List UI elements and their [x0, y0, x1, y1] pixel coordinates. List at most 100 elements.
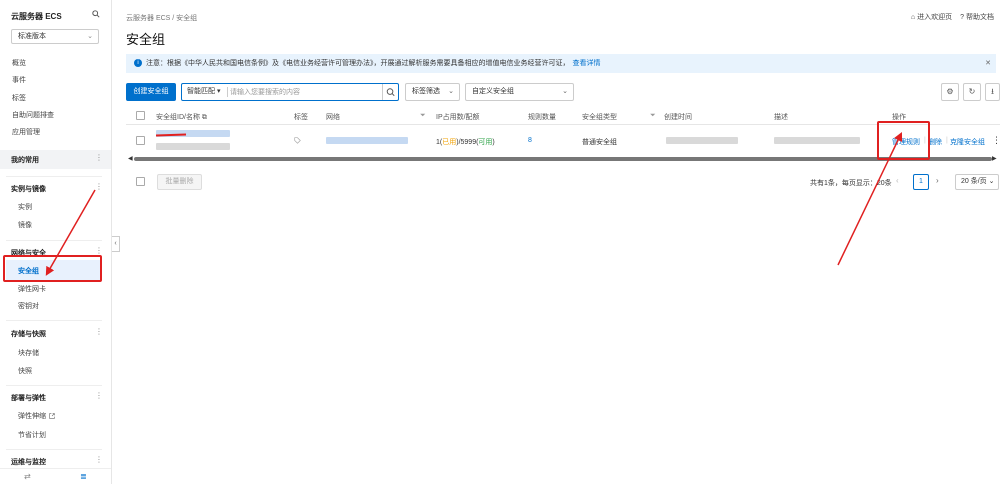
column-rule-count: 规则数量	[528, 114, 556, 121]
page-size-select[interactable]: 20 条/页 ⌄	[955, 174, 999, 190]
sidebar-item-overview[interactable]: 概览	[12, 58, 26, 68]
close-icon[interactable]: ✕	[985, 54, 991, 73]
tag-filter-dropdown[interactable]: 标签筛选 ⌄	[405, 83, 460, 101]
help-icon[interactable]: ?	[960, 14, 964, 21]
version-select-value: 标准版本	[18, 33, 46, 40]
column-id-name-label: 安全组ID/名称	[156, 114, 200, 121]
sidebar-item-tags[interactable]: 标签	[12, 93, 26, 103]
chevron-down-icon: ⌄	[562, 88, 568, 95]
row-checkbox[interactable]	[136, 136, 145, 145]
sidebar: 云服务器 ECS 标准版本 ⌄ 概览 事件 标签 自助问题排查 应用管理 我的常用…	[0, 0, 112, 484]
sidebar-item-autoscaling[interactable]: 弹性伸缩	[18, 411, 55, 421]
breadcrumb[interactable]: 云服务器 ECS / 安全组	[126, 13, 197, 23]
table-header: 安全组ID/名称 ⧉ 标签 网络 ⏷ IP占用数/配额 规则数量 安全组类型 ⏷…	[126, 107, 1000, 125]
tag-filter-label: 标签筛选	[412, 88, 440, 95]
more-icon[interactable]: ⋮	[95, 327, 103, 336]
more-icon[interactable]: ⋮	[95, 153, 103, 162]
more-icon[interactable]: ⋮	[95, 455, 103, 464]
sidebar-footer: ⇄ ≣	[0, 468, 111, 484]
divider	[6, 176, 102, 177]
sidebar-title: 云服务器 ECS	[11, 12, 62, 21]
divider	[6, 449, 102, 450]
sidebar-item-troubleshoot[interactable]: 自助问题排查	[12, 110, 54, 120]
scroll-right-icon[interactable]: ▶	[992, 155, 997, 162]
sidebar-item-instances[interactable]: 实例	[18, 202, 32, 212]
delete-link[interactable]: 删除	[928, 137, 942, 147]
rule-count-link[interactable]: 8	[528, 137, 532, 144]
sidebar-collapse-button[interactable]: ‹	[112, 236, 120, 252]
security-group-type: 普通安全组	[582, 139, 617, 146]
sidebar-item-eni[interactable]: 弹性网卡	[18, 284, 46, 294]
autoscaling-label: 弹性伸缩	[18, 413, 46, 420]
swap-icon[interactable]: ⇄	[24, 472, 31, 481]
column-created: 创建时间	[664, 114, 692, 121]
chevron-down-icon: ⌄	[448, 88, 454, 95]
next-page-icon[interactable]: ›	[936, 176, 939, 185]
sidebar-group-storage[interactable]: 存储与快照	[11, 329, 46, 339]
filter-icon[interactable]: ⏷	[420, 112, 426, 120]
column-id-name: 安全组ID/名称 ⧉	[156, 112, 207, 122]
more-icon[interactable]: ⋮	[992, 135, 1000, 146]
search-input[interactable]	[230, 85, 380, 99]
sidebar-group-favorites[interactable]: 我的常用	[11, 155, 39, 165]
download-icon[interactable]: ⭳	[985, 83, 1000, 101]
chevron-down-icon: ⌄	[988, 178, 995, 185]
version-select[interactable]: 标准版本 ⌄	[11, 29, 99, 44]
footer-select-all-checkbox[interactable]	[136, 177, 145, 186]
pagination-summary: 共有1条，每页显示：20条	[810, 180, 892, 187]
clone-security-group-link[interactable]: 克隆安全组	[950, 137, 985, 147]
copy-icon[interactable]: ⧉	[202, 114, 207, 121]
search-icon[interactable]	[92, 10, 100, 18]
ip-quota: )/5999(	[456, 139, 479, 146]
batch-delete-button[interactable]: 批量删除	[157, 174, 202, 190]
filter-icon[interactable]: ⏷	[650, 112, 656, 120]
info-icon: i	[134, 59, 142, 68]
welcome-link[interactable]: 进入欢迎页	[917, 14, 952, 21]
sidebar-group-deploy[interactable]: 部署与弹性	[11, 393, 46, 403]
ip-suffix: )	[492, 139, 495, 146]
table-row: 1(已用)/5999(可用) 8 普通安全组 管理规则 | 删除 | 克隆安全组…	[126, 126, 1000, 156]
caret-down-icon: ▾	[216, 88, 221, 95]
settings-gear-icon[interactable]: ⚙	[941, 83, 959, 101]
horizontal-scrollbar[interactable]	[134, 157, 992, 161]
sidebar-group-instances[interactable]: 实例与镜像	[11, 184, 46, 194]
help-link[interactable]: 帮助文档	[966, 14, 994, 21]
page-size-label: 20 条/页	[961, 178, 987, 185]
create-security-group-button[interactable]: 创建安全组	[126, 83, 176, 101]
divider: |	[946, 137, 948, 144]
more-icon[interactable]: ⋮	[95, 182, 103, 191]
custom-group-dropdown[interactable]: 自定义安全组 ⌄	[465, 83, 574, 101]
sidebar-item-savings-plan[interactable]: 节省计划	[18, 430, 46, 440]
divider	[6, 320, 102, 321]
sidebar-item-snapshots[interactable]: 快照	[18, 366, 32, 376]
refresh-icon[interactable]: ↻	[963, 83, 981, 101]
search-icon[interactable]	[382, 84, 398, 100]
divider	[6, 240, 102, 241]
sidebar-item-block-storage[interactable]: 块存储	[18, 348, 39, 358]
sidebar-item-keypairs[interactable]: 密钥对	[18, 301, 39, 311]
notice-banner: i 注意：根据《中华人民共和国电信条例》及《电信业务经营许可管理办法》，开展通过解…	[126, 54, 996, 73]
notice-link[interactable]: 查看详情	[573, 60, 601, 67]
menu-icon[interactable]: ≣	[80, 472, 87, 481]
sidebar-item-events[interactable]: 事件	[12, 75, 26, 85]
more-icon[interactable]: ⋮	[95, 391, 103, 400]
column-ip-usage: IP占用数/配额	[436, 114, 480, 121]
current-page-button[interactable]: 1	[913, 174, 929, 190]
select-all-checkbox[interactable]	[136, 111, 145, 120]
notice-text: 注意：根据《中华人民共和国电信条例》及《电信业务经营许可管理办法》，开展通过解析…	[146, 60, 570, 67]
network-link[interactable]	[326, 137, 408, 144]
custom-group-label: 自定义安全组	[472, 88, 514, 95]
created-time	[666, 137, 738, 144]
description	[774, 137, 860, 144]
column-type: 安全组类型	[582, 114, 617, 121]
sidebar-item-images[interactable]: 镜像	[18, 220, 32, 230]
column-tag: 标签	[294, 114, 308, 121]
tag-icon[interactable]	[294, 137, 301, 144]
scroll-left-icon[interactable]: ◀	[128, 155, 133, 162]
prev-page-icon[interactable]: ‹	[896, 176, 899, 185]
sidebar-group-ops[interactable]: 运维与监控	[11, 457, 46, 467]
home-icon[interactable]: ⌂	[911, 14, 915, 21]
more-icon[interactable]: ⋮	[95, 246, 103, 255]
search-mode-select[interactable]: 智能匹配 ▾	[187, 84, 220, 100]
sidebar-item-app-management[interactable]: 应用管理	[12, 127, 40, 137]
